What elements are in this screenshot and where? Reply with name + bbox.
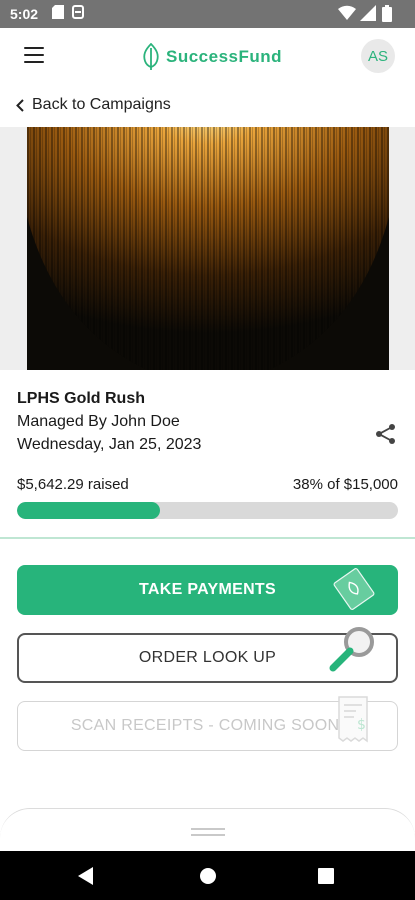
- avatar[interactable]: AS: [361, 39, 395, 73]
- scan-receipts-label: SCAN RECEIPTS - COMING SOON!: [70, 717, 345, 734]
- scan-receipts-button[interactable]: SCAN RECEIPTS - COMING SOON! $: [17, 696, 398, 751]
- share-icon[interactable]: [375, 423, 397, 450]
- drag-handle[interactable]: [191, 828, 225, 840]
- back-label: Back to Campaigns: [32, 96, 171, 113]
- wifi-icon: [338, 5, 356, 24]
- progress-fill: [17, 502, 161, 519]
- home-nav-icon[interactable]: [199, 867, 217, 890]
- brand-logo: SuccessFund: [142, 42, 282, 72]
- campaign-manager: Managed By John Doe: [17, 413, 180, 430]
- storage-icon: [72, 5, 84, 22]
- status-time: 5:02: [10, 6, 39, 22]
- recents-nav-icon[interactable]: [318, 868, 334, 889]
- sd-card-icon: [52, 5, 64, 22]
- campaign-banner: [0, 127, 415, 370]
- order-lookup-label: ORDER LOOK UP: [138, 649, 277, 666]
- system-nav-bar: [0, 851, 415, 900]
- order-lookup-button[interactable]: ORDER LOOK UP: [17, 627, 398, 683]
- svg-text:$: $: [357, 717, 366, 733]
- campaign-title: LPHS Gold Rush: [17, 390, 145, 407]
- goal-progress-text: 38% of $15,000: [292, 476, 398, 493]
- battery-icon: [382, 5, 392, 25]
- brand-name: SuccessFund: [166, 47, 283, 66]
- back-nav-icon[interactable]: [78, 867, 94, 890]
- leaf-icon: [143, 43, 159, 70]
- amount-raised: $5,642.29 raised: [17, 476, 129, 493]
- campaign-image: [27, 127, 389, 370]
- signal-icon: [360, 5, 376, 24]
- magnifier-icon: [326, 623, 380, 682]
- take-payments-button[interactable]: TAKE PAYMENTS: [17, 565, 398, 615]
- progress-bar: [17, 502, 398, 519]
- money-icon: [330, 567, 378, 616]
- menu-icon[interactable]: [24, 47, 44, 63]
- chevron-left-icon: [16, 98, 24, 112]
- status-bar: 5:02: [0, 0, 415, 28]
- take-payments-label: TAKE PAYMENTS: [139, 581, 276, 598]
- receipt-icon: $: [335, 693, 371, 750]
- back-to-campaigns-link[interactable]: Back to Campaigns: [16, 96, 171, 114]
- app-bar: SuccessFund AS: [0, 28, 415, 84]
- divider: [0, 537, 415, 539]
- campaign-date: Wednesday, Jan 25, 2023: [17, 436, 202, 453]
